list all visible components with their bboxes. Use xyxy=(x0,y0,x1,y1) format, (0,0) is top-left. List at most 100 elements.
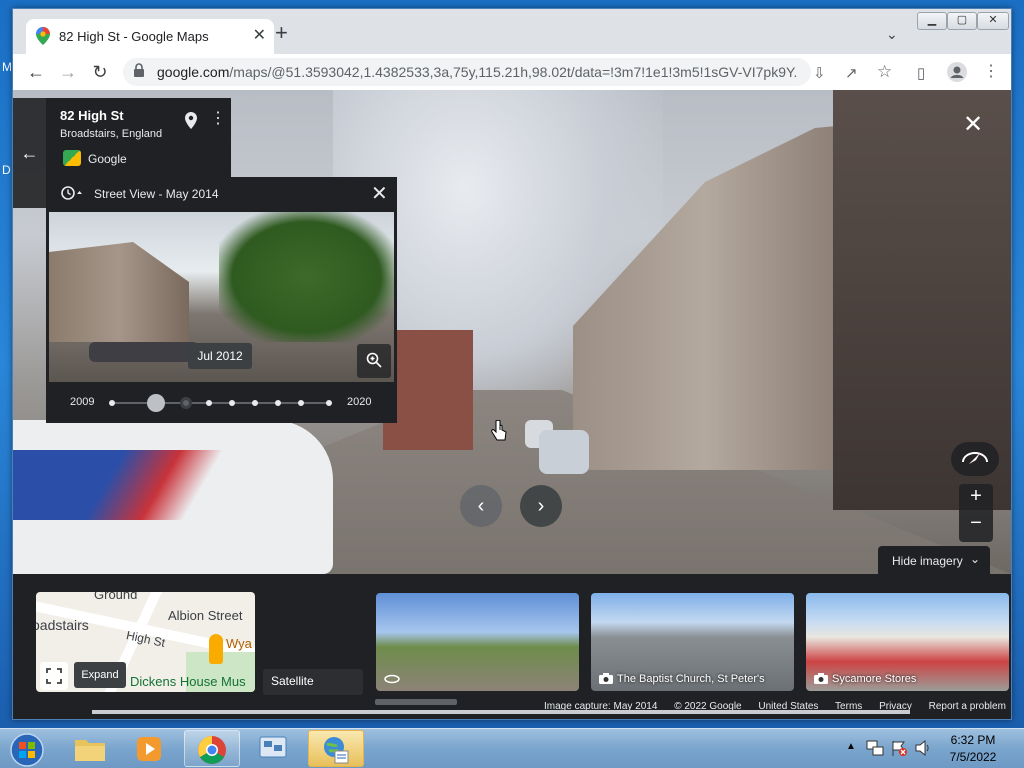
globe-doc-icon xyxy=(324,737,349,764)
chrome-icon xyxy=(198,736,226,764)
show-hidden-icons-icon[interactable]: ▲ xyxy=(846,741,856,752)
browser-window: 82 High St - Google Maps ✕ + ⌄ ▁ ▢ ✕ ← →… xyxy=(12,8,1012,720)
taskbar-chrome[interactable] xyxy=(184,730,240,767)
navigate-back-arrow-icon[interactable]: ‹ xyxy=(460,485,502,527)
camera-icon xyxy=(814,673,828,684)
timeline-stop[interactable] xyxy=(298,400,304,406)
taskbar-media-player[interactable] xyxy=(122,730,178,767)
minimap[interactable]: Ground oadstairs Albion Street High St D… xyxy=(36,592,255,692)
location-pin-icon[interactable] xyxy=(185,112,197,129)
timeline-track[interactable] xyxy=(112,402,329,404)
minimize-button[interactable]: ▁ xyxy=(917,12,947,30)
report-problem-link[interactable]: Report a problem xyxy=(929,701,1006,712)
timeline-stop[interactable] xyxy=(252,400,258,406)
timeline-stop[interactable] xyxy=(206,400,212,406)
forward-icon[interactable]: → xyxy=(55,60,81,84)
preview-tree xyxy=(219,212,394,342)
timeline-start-year: 2009 xyxy=(70,396,95,408)
timeline-stop[interactable] xyxy=(326,400,332,406)
google-maps-logo xyxy=(63,150,81,166)
history-clock-icon[interactable] xyxy=(60,185,82,201)
menu-kebab-icon[interactable]: ⋮ xyxy=(983,61,999,81)
close-tab-icon[interactable]: ✕ xyxy=(253,25,266,45)
browser-toolbar: ← → ↻ google.com/maps/@51.3593042,1.4382… xyxy=(13,54,1011,90)
clock-time: 6:32 PM xyxy=(950,733,996,747)
zoom-preview-button[interactable] xyxy=(357,344,391,378)
back-arrow-icon[interactable]: ← xyxy=(13,98,46,208)
photo-thumbnail[interactable]: The Baptist Church, St Peter's xyxy=(591,593,794,691)
map-label: Ground xyxy=(94,592,138,602)
photo-thumbnail[interactable] xyxy=(376,593,579,691)
photo-caption: Sycamore Stores xyxy=(832,673,917,685)
timeline-stop[interactable] xyxy=(229,400,235,406)
zoom-in-icon[interactable]: + xyxy=(959,485,993,508)
share-icon[interactable]: ↗ xyxy=(845,64,858,82)
profile-avatar-icon[interactable] xyxy=(947,62,967,82)
media-player-icon xyxy=(137,737,161,761)
chevron-down-icon: ⌄ xyxy=(970,552,981,566)
taskbar-explorer[interactable] xyxy=(62,730,118,767)
tab-search-icon[interactable]: ⌄ xyxy=(886,26,898,43)
action-center-flag-icon[interactable] xyxy=(890,739,908,757)
timeline-handle[interactable] xyxy=(147,394,165,412)
start-button[interactable] xyxy=(4,730,50,768)
timeline-stop[interactable] xyxy=(275,400,281,406)
window-bottom-edge xyxy=(92,710,910,714)
close-window-button[interactable]: ✕ xyxy=(977,12,1009,30)
reload-icon[interactable]: ↻ xyxy=(87,60,113,84)
close-time-machine-icon[interactable]: ✕ xyxy=(371,181,388,206)
volume-icon[interactable] xyxy=(914,739,932,757)
place-card: 82 High St Broadstairs, England ⋮ Google xyxy=(46,98,231,178)
tab-strip: 82 High St - Google Maps ✕ + ⌄ ▁ ▢ ✕ xyxy=(13,9,1011,54)
install-app-icon[interactable]: ⇩ xyxy=(813,64,826,82)
expand-icon[interactable] xyxy=(40,662,68,690)
street-view-panorama[interactable]: ← 82 High St Broadstairs, England ⋮ Goog… xyxy=(13,90,1011,574)
timeline-stop[interactable] xyxy=(180,397,192,409)
taskbar-active-app[interactable] xyxy=(308,730,364,767)
place-name: 82 High St xyxy=(60,108,124,123)
preview-cars xyxy=(89,342,199,362)
clock[interactable]: 6:32 PM 7/5/2022 xyxy=(940,732,1006,766)
desktop-peek-text: D xyxy=(2,163,11,177)
taskbar-network-app[interactable] xyxy=(246,730,302,767)
pegman-icon[interactable] xyxy=(209,634,223,664)
satellite-toggle[interactable]: Satellite xyxy=(263,669,363,695)
maximize-button[interactable]: ▢ xyxy=(947,12,977,30)
expand-tooltip: Expand xyxy=(74,662,126,688)
hide-imagery-label: Hide imagery xyxy=(892,554,963,568)
side-panel-icon[interactable]: ▯ xyxy=(917,64,925,82)
more-options-icon[interactable]: ⋮ xyxy=(210,108,226,128)
network-app-icon xyxy=(259,736,287,758)
close-street-view-icon[interactable]: ✕ xyxy=(963,110,983,139)
360-icon xyxy=(384,674,400,684)
bookmark-star-icon[interactable]: ☆ xyxy=(877,62,892,82)
navigate-forward-arrow-icon[interactable]: › xyxy=(520,485,562,527)
desktop-peek-text: M xyxy=(2,60,12,74)
strip-scrollbar[interactable] xyxy=(375,699,457,705)
hide-imagery-button[interactable]: Hide imagery ⌄ xyxy=(878,546,990,574)
photo-thumbnail[interactable]: Sycamore Stores xyxy=(806,593,1009,691)
van-livery xyxy=(13,450,253,520)
photo-caption: The Baptist Church, St Peter's xyxy=(617,673,765,685)
map-label: oadstairs xyxy=(36,617,89,633)
imagery-strip: Ground oadstairs Albion Street High St D… xyxy=(13,574,1011,719)
address-bar[interactable]: google.com/maps/@51.3593042,1.4382533,3a… xyxy=(123,58,811,86)
hand-cursor-icon xyxy=(491,420,507,441)
preview-houses xyxy=(49,242,189,342)
network-icon[interactable] xyxy=(866,739,884,757)
map-label: Albion Street xyxy=(168,608,243,623)
new-tab-icon[interactable]: + xyxy=(275,22,288,44)
timeline-end-year: 2020 xyxy=(347,396,372,408)
map-label: Dickens House Mus xyxy=(130,674,246,689)
place-locality: Broadstairs, England xyxy=(60,128,163,140)
back-icon[interactable]: ← xyxy=(23,60,49,84)
taskbar: ▲ 6:32 PM 7/5/2022 xyxy=(0,728,1024,768)
time-machine-title: Street View - May 2014 xyxy=(94,187,219,201)
browser-tab[interactable]: 82 High St - Google Maps ✕ xyxy=(26,19,274,54)
tab-title: 82 High St - Google Maps xyxy=(59,29,209,44)
compass-button[interactable] xyxy=(951,442,999,476)
time-machine-header: Street View - May 2014 ✕ xyxy=(46,177,397,211)
timeline-stop[interactable] xyxy=(109,400,115,406)
zoom-out-icon[interactable]: − xyxy=(959,512,993,535)
map-label: Wya xyxy=(226,636,252,651)
